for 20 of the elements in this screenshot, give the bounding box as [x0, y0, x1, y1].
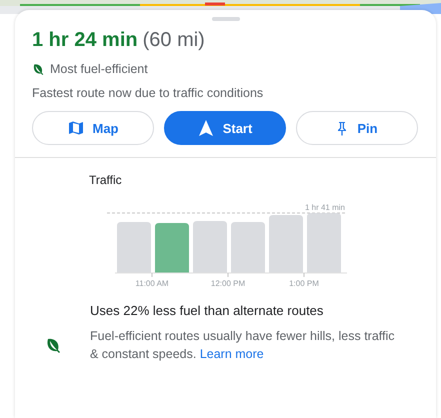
pin-button[interactable]: Pin [296, 111, 418, 145]
time-label: 1:00 PM [289, 279, 319, 288]
navigation-arrow-icon [198, 119, 214, 137]
route-distance: (60 mi) [142, 29, 205, 52]
leaf-icon [32, 63, 44, 75]
learn-more-link[interactable]: Learn more [200, 347, 264, 361]
route-note: Fastest route now due to traffic conditions [32, 86, 264, 100]
max-time-label: 1 hr 41 min [304, 203, 345, 212]
fuel-heading: Uses 22% less fuel than alternate routes [90, 303, 324, 318]
fuel-description: Fuel-efficient routes usually have fewer hills, less traffic & constant speeds. Learn more [90, 328, 396, 363]
badge-label: Most fuel-efficient [50, 62, 148, 76]
time-label: 11:00 AM [135, 279, 169, 288]
map-icon [68, 120, 84, 136]
leaf-icon [44, 337, 60, 353]
section-title: Traffic [89, 173, 123, 187]
route-duration: 1 hr 24 min [32, 29, 138, 52]
time-label: 12:00 PM [210, 279, 246, 288]
pushpin-icon [336, 120, 348, 136]
start-button[interactable]: Start [164, 111, 286, 145]
map-button[interactable]: Map [32, 111, 154, 145]
